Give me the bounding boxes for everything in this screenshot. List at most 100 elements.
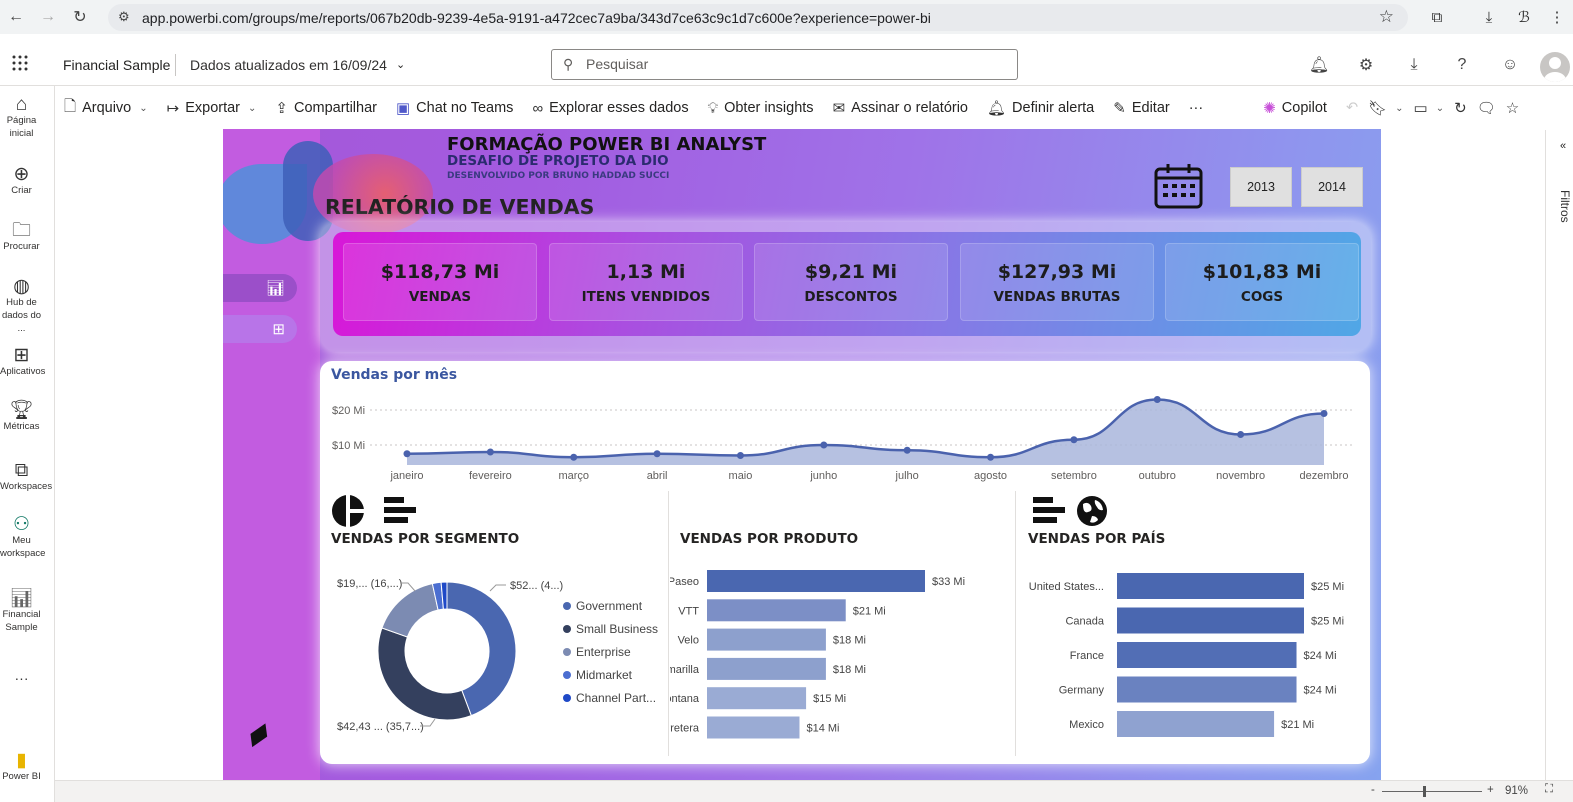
year-slicer-2013[interactable]: 2013 bbox=[1230, 167, 1292, 207]
arquivo-menu[interactable]: 🗋 Arquivo ⌄ bbox=[64, 96, 148, 121]
browser-menu-icon[interactable]: ⋮ bbox=[1540, 0, 1573, 34]
profile-extension-icon[interactable]: ℬ bbox=[1507, 0, 1541, 34]
extensions-icon[interactable]: ⧉ bbox=[1420, 0, 1454, 34]
feedback-icon[interactable]: ☺ bbox=[1498, 53, 1522, 77]
left-navigation: ⌂ Página inicial ⊕ Criar 🗀 Procurar ◍ Hub de d… bbox=[0, 86, 55, 802]
copilot-button[interactable]: ✺ Copilot bbox=[1263, 99, 1327, 117]
x-tick-label: junho bbox=[809, 470, 837, 482]
data-label: $52... (4...) bbox=[510, 580, 563, 592]
nav-workspaces-label: Workspaces bbox=[0, 481, 53, 492]
divider bbox=[668, 491, 669, 756]
data-point bbox=[1153, 396, 1161, 403]
kpi-strip: $118,73 Mi VENDAS 1,13 Mi ITENS VENDIDOS $… bbox=[333, 232, 1361, 336]
nav-financial-sample[interactable]: 📊︎ Financial Sample bbox=[0, 589, 43, 634]
nav-hub-label-2: dados do ... bbox=[1, 310, 42, 334]
nav-powerbi-label: Power BI bbox=[2, 771, 41, 782]
vendas-por-pais-chart[interactable]: United States... $25 Mi Canada $25 Mi France… bbox=[1018, 561, 1363, 741]
view-icon[interactable]: ▭ ⌄ bbox=[1414, 99, 1445, 117]
refresh-info[interactable]: Dados atualizados em 16/09/24 bbox=[190, 57, 387, 73]
app-launcher-icon[interactable] bbox=[11, 54, 29, 72]
page-nav-sales[interactable]: 📊︎ bbox=[223, 274, 297, 302]
chevron-left-icon[interactable]: « bbox=[1560, 140, 1566, 152]
bookmark-star-icon[interactable]: ☆ bbox=[1379, 7, 1394, 27]
back-icon[interactable]: ← bbox=[0, 0, 32, 34]
bar bbox=[707, 657, 826, 680]
x-tick-label: agosto bbox=[974, 470, 1007, 482]
nav-hub-label-1: Hub de bbox=[6, 297, 37, 308]
nav-powerbi[interactable]: ▮ Power BI bbox=[0, 751, 43, 783]
zoom-in-button[interactable]: + bbox=[1487, 784, 1494, 796]
nav-procurar[interactable]: 🗀 Procurar bbox=[0, 220, 43, 253]
notifications-icon[interactable]: 🔔︎ bbox=[1307, 53, 1331, 77]
x-tick-label: novembro bbox=[1216, 470, 1265, 482]
zoom-slider-thumb[interactable] bbox=[1423, 786, 1426, 797]
exportar-menu[interactable]: ↦ Exportar ⌄ bbox=[167, 99, 257, 117]
legend-item[interactable]: Government bbox=[563, 599, 642, 613]
vendas-por-produto-chart[interactable]: Paseo $33 Mi VTT $21 Mi Velo $18 Mi Amarilla $1… bbox=[670, 561, 1010, 741]
nav-metricas[interactable]: 🏆︎ Métricas bbox=[0, 401, 43, 433]
nav-apps[interactable]: ⊞ Aplicativos bbox=[0, 346, 45, 378]
globe-toggle-icon[interactable] bbox=[1075, 494, 1109, 528]
report-name[interactable]: Financial Sample bbox=[63, 57, 170, 73]
avatar[interactable] bbox=[1540, 52, 1570, 82]
vendas-por-mes-chart[interactable]: $10 Mi $20 Mi janeiro fevereiro março abril ma… bbox=[320, 389, 1370, 489]
reload-icon[interactable]: ↻ bbox=[64, 0, 96, 34]
insights-button[interactable]: 💡︎ Obter insights bbox=[708, 100, 814, 117]
explorar-button[interactable]: ∞ Explorar esses dados bbox=[532, 100, 688, 117]
pencil-icon: ✎ bbox=[1113, 100, 1126, 117]
refresh-icon[interactable]: ↻ bbox=[1454, 99, 1467, 117]
category-label: Canada bbox=[1065, 616, 1104, 628]
x-tick-label: dezembro bbox=[1300, 470, 1349, 482]
search-input[interactable]: ⚲ Pesquisar bbox=[551, 49, 1018, 80]
nav-hub[interactable]: ◍ Hub de dados do ... bbox=[0, 277, 43, 335]
category-label: Velo bbox=[678, 635, 699, 647]
editar-button[interactable]: ✎ Editar bbox=[1113, 99, 1169, 117]
bar-value-label: $24 Mi bbox=[1304, 650, 1337, 662]
filters-pane-collapsed[interactable]: « Filtros bbox=[1545, 130, 1573, 780]
download-icon[interactable]: ⤓ bbox=[1402, 53, 1426, 77]
compartilhar-button[interactable]: ⇪ Compartilhar bbox=[275, 99, 377, 117]
bookmark-icon[interactable]: 🔖︎ ⌄ bbox=[1368, 99, 1403, 117]
nav-meu-workspace[interactable]: ⚇ Meu workspace bbox=[0, 515, 45, 560]
kpi-label: ITENS VENDIDOS bbox=[581, 289, 711, 305]
legend-item[interactable]: Midmarket bbox=[563, 668, 632, 682]
year-slicer-2014[interactable]: 2014 bbox=[1301, 167, 1363, 207]
bar-toggle-icon[interactable] bbox=[384, 497, 418, 525]
settings-icon[interactable]: ⚙ bbox=[1354, 53, 1378, 77]
fit-page-icon[interactable]: ⛶ bbox=[1545, 783, 1553, 796]
more-options-button[interactable]: ··· bbox=[1189, 100, 1204, 116]
nav-financial-label-2: Sample bbox=[5, 622, 38, 633]
url-bar[interactable]: ⚙ app.powerbi.com/groups/me/reports/067b… bbox=[108, 4, 1408, 31]
legend-item[interactable]: Channel Part... bbox=[563, 691, 656, 705]
nav-criar[interactable]: ⊕ Criar bbox=[0, 165, 43, 197]
legend-item[interactable]: Enterprise bbox=[563, 645, 631, 659]
donut-toggle-icon[interactable] bbox=[331, 494, 365, 528]
site-settings-icon[interactable]: ⚙ bbox=[118, 9, 130, 25]
explorar-label: Explorar esses dados bbox=[549, 100, 689, 116]
assinar-button[interactable]: ✉ Assinar o relatório bbox=[833, 99, 968, 117]
data-point bbox=[486, 448, 494, 456]
donut-slice bbox=[377, 627, 472, 721]
filters-label[interactable]: Filtros bbox=[1558, 190, 1572, 223]
help-icon[interactable]: ? bbox=[1450, 53, 1474, 77]
zoom-slider[interactable] bbox=[1382, 791, 1482, 792]
forward-icon[interactable]: → bbox=[32, 0, 64, 34]
alerta-button[interactable]: 🔔︎ Definir alerta bbox=[987, 99, 1094, 117]
kpi-label: COGS bbox=[1240, 289, 1284, 305]
comment-icon[interactable]: 🗨︎ bbox=[1477, 99, 1496, 117]
chevron-down-icon[interactable]: ⌄ bbox=[396, 58, 405, 71]
downloads-icon[interactable]: ⤓ bbox=[1472, 0, 1506, 34]
nav-more[interactable]: ··· bbox=[0, 671, 43, 685]
nav-home[interactable]: ⌂ Página inicial bbox=[0, 95, 43, 140]
subscribe-icon: ✉ bbox=[832, 100, 846, 117]
folder-icon: 🗀 bbox=[11, 220, 31, 241]
compartilhar-label: Compartilhar bbox=[293, 100, 377, 116]
zoom-out-button[interactable]: - bbox=[1371, 784, 1375, 796]
undo-icon[interactable]: ↶ bbox=[1346, 100, 1358, 116]
chat-teams-button[interactable]: ▣ Chat no Teams bbox=[396, 99, 513, 117]
legend-item[interactable]: Small Business bbox=[563, 622, 658, 636]
nav-workspaces[interactable]: ⧉ Workspaces bbox=[0, 461, 52, 493]
page-nav-grid[interactable]: ⊞ bbox=[223, 315, 297, 343]
bar-toggle-icon[interactable] bbox=[1033, 497, 1067, 525]
favorite-icon[interactable]: ☆ bbox=[1506, 99, 1519, 117]
